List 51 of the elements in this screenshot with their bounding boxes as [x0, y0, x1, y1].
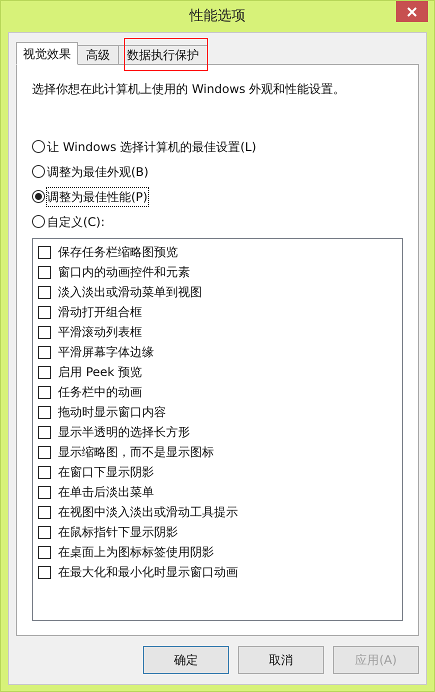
close-button[interactable] — [396, 1, 428, 22]
checkbox[interactable] — [38, 486, 51, 498]
checkbox-label: 在单击后淡出菜单 — [58, 484, 154, 501]
checkbox-label: 在最大化和最小化时显示窗口动画 — [58, 564, 238, 581]
checkbox[interactable] — [38, 326, 51, 338]
checkbox-label: 滑动打开组合框 — [58, 304, 142, 321]
description-text: 选择你想在此计算机上使用的 Windows 外观和性能设置。 — [32, 81, 346, 98]
radio-label: 让 Windows 选择计算机的最佳设置(L) — [47, 138, 256, 156]
checkbox[interactable] — [38, 406, 51, 418]
checkbox[interactable] — [38, 246, 51, 258]
checkbox-label: 在鼠标指针下显示阴影 — [58, 524, 178, 541]
checkbox[interactable] — [38, 366, 51, 378]
dialog-button[interactable]: 确定 — [143, 646, 229, 674]
window-title: 性能选项 — [190, 7, 246, 26]
close-icon — [407, 6, 417, 16]
radio-button[interactable] — [32, 190, 45, 203]
radio-label: 调整为最佳外观(B) — [47, 164, 149, 180]
checkbox[interactable] — [38, 386, 51, 398]
checkbox[interactable] — [38, 306, 51, 318]
checkbox[interactable] — [38, 546, 51, 558]
checkbox-label: 显示半透明的选择长方形 — [58, 424, 190, 441]
checkbox-label: 在桌面上为图标标签使用阴影 — [58, 544, 214, 561]
checkbox-label: 保存任务栏缩略图预览 — [58, 244, 178, 261]
checkbox[interactable] — [38, 506, 51, 518]
checkbox-label: 启用 Peek 预览 — [58, 364, 142, 381]
tab[interactable]: 视觉效果 — [16, 42, 78, 65]
radio-button[interactable] — [32, 215, 45, 228]
tab[interactable]: 数据执行保护 — [119, 45, 208, 65]
radio-button[interactable] — [32, 140, 45, 153]
checkbox[interactable] — [38, 266, 51, 278]
radio-label: 调整为最佳性能(P) — [47, 188, 148, 206]
checkbox[interactable] — [38, 426, 51, 438]
checkbox-label: 窗口内的动画控件和元素 — [58, 264, 190, 281]
dialog-button[interactable]: 取消 — [238, 646, 324, 674]
checkbox[interactable] — [38, 466, 51, 478]
checkbox-label: 平滑滚动列表框 — [58, 324, 142, 341]
checkbox-label: 任务栏中的动画 — [58, 384, 142, 401]
tab[interactable]: 高级 — [78, 45, 119, 65]
checkbox[interactable] — [38, 346, 51, 358]
checkbox-label: 在视图中淡入淡出或滑动工具提示 — [58, 504, 238, 521]
checkbox-label: 拖动时显示窗口内容 — [58, 404, 166, 421]
checkbox-label: 平滑屏幕字体边缘 — [58, 344, 154, 361]
radio-button[interactable] — [32, 165, 45, 178]
checkbox[interactable] — [38, 446, 51, 458]
checkbox-label: 在窗口下显示阴影 — [58, 464, 154, 481]
radio-label: 自定义(C): — [47, 214, 105, 230]
checkbox[interactable] — [38, 286, 51, 298]
checkbox-label: 显示缩略图，而不是显示图标 — [58, 444, 214, 461]
checkbox[interactable] — [38, 566, 51, 578]
checkbox-label: 淡入淡出或滑动菜单到视图 — [58, 284, 202, 301]
checkbox[interactable] — [38, 526, 51, 538]
